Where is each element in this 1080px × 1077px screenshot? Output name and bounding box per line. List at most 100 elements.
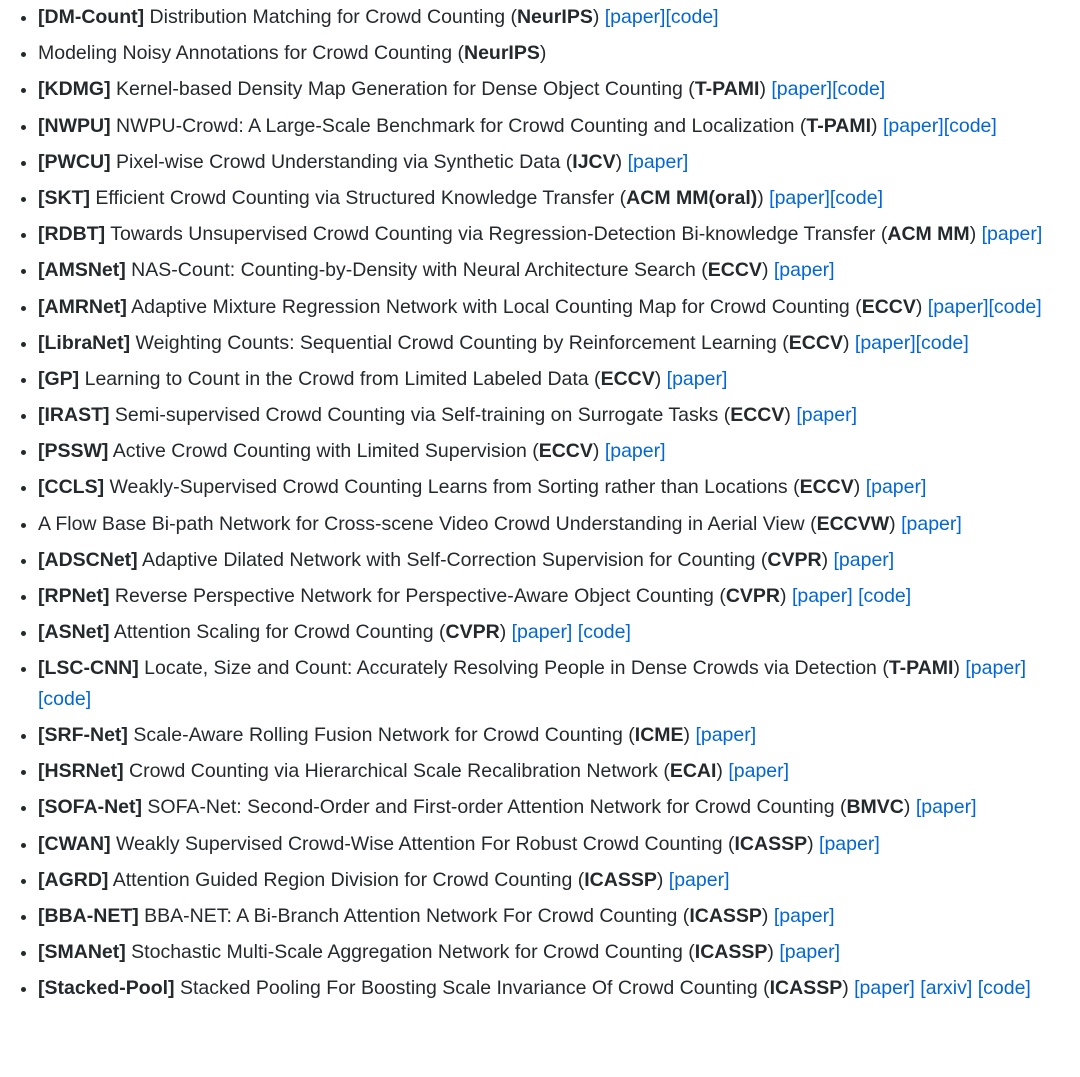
paper-venue: ECCV [538,440,593,463]
code-link[interactable]: [code] [665,6,718,28]
paper-venue: ECCV [600,367,655,390]
paper-links: [paper] [916,796,977,818]
paper-venue: NeurIPS [516,6,593,28]
paper-link[interactable]: [paper] [769,187,830,209]
paper-links: [paper] [779,941,840,963]
paper-title: Stacked Pooling For Boosting Scale Invar… [179,977,758,1000]
paper-link[interactable]: [paper] [512,621,573,643]
list-item: [NWPU] NWPU-Crowd: A Large-Scale Benchma… [38,111,1068,142]
list-item: [LSC-CNN] Locate, Size and Count: Accura… [38,653,1068,714]
paper-links: [paper] [code] [792,585,911,607]
list-item: [CWAN] Weakly Supervised Crowd-Wise Atte… [38,829,1068,860]
paper-title: Learning to Count in the Crowd from Limi… [84,367,589,390]
paper-title: Attention Scaling for Crowd Counting [113,621,434,644]
paper-title: Locate, Size and Count: Accurately Resol… [144,657,877,680]
paper-link[interactable]: [paper] [965,657,1026,679]
paper-link[interactable]: [paper] [774,905,835,927]
paper-links: [paper] [669,869,730,891]
paper-title: Attention Guided Region Division for Cro… [112,868,573,891]
list-item: [BBA-NET] BBA-NET: A Bi-Branch Attention… [38,901,1068,932]
paper-link[interactable]: [paper] [928,296,989,318]
paper-links: [paper][code] [883,115,997,137]
paper-link[interactable]: [paper] [819,833,880,855]
paper-link[interactable]: [paper] [855,332,916,354]
paper-tag: [AMSNet] [38,259,126,282]
paper-tag: [RDBT] [38,223,106,246]
list-item: [RDBT] Towards Unsupervised Crowd Counti… [38,219,1068,250]
paper-links: [paper] [774,259,835,281]
paper-venue: ECCVW [816,512,890,535]
paper-link[interactable]: [paper] [605,6,666,28]
paper-title: Towards Unsupervised Crowd Counting via … [110,223,876,246]
list-item: [SOFA-Net] SOFA-Net: Second-Order and Fi… [38,792,1068,823]
code-link[interactable]: [code] [944,115,997,137]
list-item: [AMSNet] NAS-Count: Counting-by-Density … [38,255,1068,286]
paper-link[interactable]: [paper] [982,223,1043,245]
paper-link[interactable]: [paper] [779,941,840,963]
paper-link[interactable]: [paper] [669,869,730,891]
paper-tag: [SOFA-Net] [38,796,142,819]
paper-tag: [ADSCNet] [38,548,138,571]
code-link[interactable]: [code] [830,187,883,209]
list-item: A Flow Base Bi-path Network for Cross-sc… [38,509,1068,540]
list-item: [SRF-Net] Scale-Aware Rolling Fusion Net… [38,720,1068,751]
paper-link[interactable]: [paper] [728,760,789,782]
paper-tag: [PSSW] [38,440,109,463]
paper-link[interactable]: [paper] [792,585,853,607]
paper-title: Adaptive Dilated Network with Self-Corre… [142,548,756,571]
list-item: [GP] Learning to Count in the Crowd from… [38,364,1068,395]
paper-links: [paper] [901,513,962,535]
paper-link[interactable]: [paper] [883,115,944,137]
paper-tag: [PWCU] [38,150,111,173]
paper-title: Adaptive Mixture Regression Network with… [131,295,850,318]
paper-link[interactable]: [paper] [774,259,835,281]
list-item: [AGRD] Attention Guided Region Division … [38,865,1068,896]
paper-link[interactable]: [paper] [628,151,689,173]
paper-link[interactable]: [paper] [771,78,832,100]
paper-tag: [AMRNet] [38,295,127,318]
paper-link[interactable]: [paper] [854,977,915,999]
code-link[interactable]: [code] [578,621,631,643]
code-link[interactable]: [code] [858,585,911,607]
paper-tag: [Stacked-Pool] [38,977,175,1000]
list-item: Modeling Noisy Annotations for Crowd Cou… [38,38,1068,69]
code-link[interactable]: [code] [978,977,1031,999]
code-link[interactable]: [code] [38,688,91,710]
code-link[interactable]: [code] [989,296,1042,318]
paper-title: NAS-Count: Counting-by-Density with Neur… [131,259,696,282]
paper-venue: BMVC [846,796,904,819]
paper-title: BBA-NET: A Bi-Branch Attention Network F… [144,905,678,927]
paper-title: Kernel-based Density Map Generation for … [116,78,683,101]
paper-links: [paper] [774,905,835,927]
paper-title: NWPU-Crowd: A Large-Scale Benchmark for … [116,114,795,137]
paper-title: Semi-supervised Crowd Counting via Self-… [114,404,719,427]
paper-link[interactable]: [paper] [605,440,666,462]
arxiv-link[interactable]: [arxiv] [920,977,972,999]
paper-links: [paper][code] [771,78,885,100]
paper-links: [paper][code] [605,6,719,28]
paper-links: [paper] [982,223,1043,245]
paper-title: Weakly Supervised Crowd-Wise Attention F… [116,832,723,855]
paper-venue: ICASSP [689,905,762,927]
paper-link[interactable]: [paper] [695,724,756,746]
paper-links: [paper] [arxiv] [code] [854,977,1031,999]
paper-links: [paper] [728,760,789,782]
paper-link[interactable]: [paper] [901,513,962,535]
paper-link[interactable]: [paper] [866,476,927,498]
paper-venue: T-PAMI [888,657,954,680]
paper-link[interactable]: [paper] [834,549,895,571]
paper-venue: ECCV [707,259,762,282]
paper-title: Distribution Matching for Crowd Counting [149,6,506,28]
paper-title: Stochastic Multi-Scale Aggregation Netwo… [131,941,683,964]
paper-links: [paper] [code] [512,621,631,643]
paper-link[interactable]: [paper] [916,796,977,818]
paper-link[interactable]: [paper] [667,368,728,390]
list-item: [SKT] Efficient Crowd Counting via Struc… [38,183,1068,214]
paper-title: Weakly-Supervised Crowd Counting Learns … [109,476,788,499]
paper-link[interactable]: [paper] [796,404,857,426]
paper-tag: [BBA-NET] [38,905,139,927]
code-link[interactable]: [code] [916,332,969,354]
code-link[interactable]: [code] [832,78,885,100]
paper-title: Scale-Aware Rolling Fusion Network for C… [133,724,623,747]
paper-tag: [LSC-CNN] [38,657,139,680]
